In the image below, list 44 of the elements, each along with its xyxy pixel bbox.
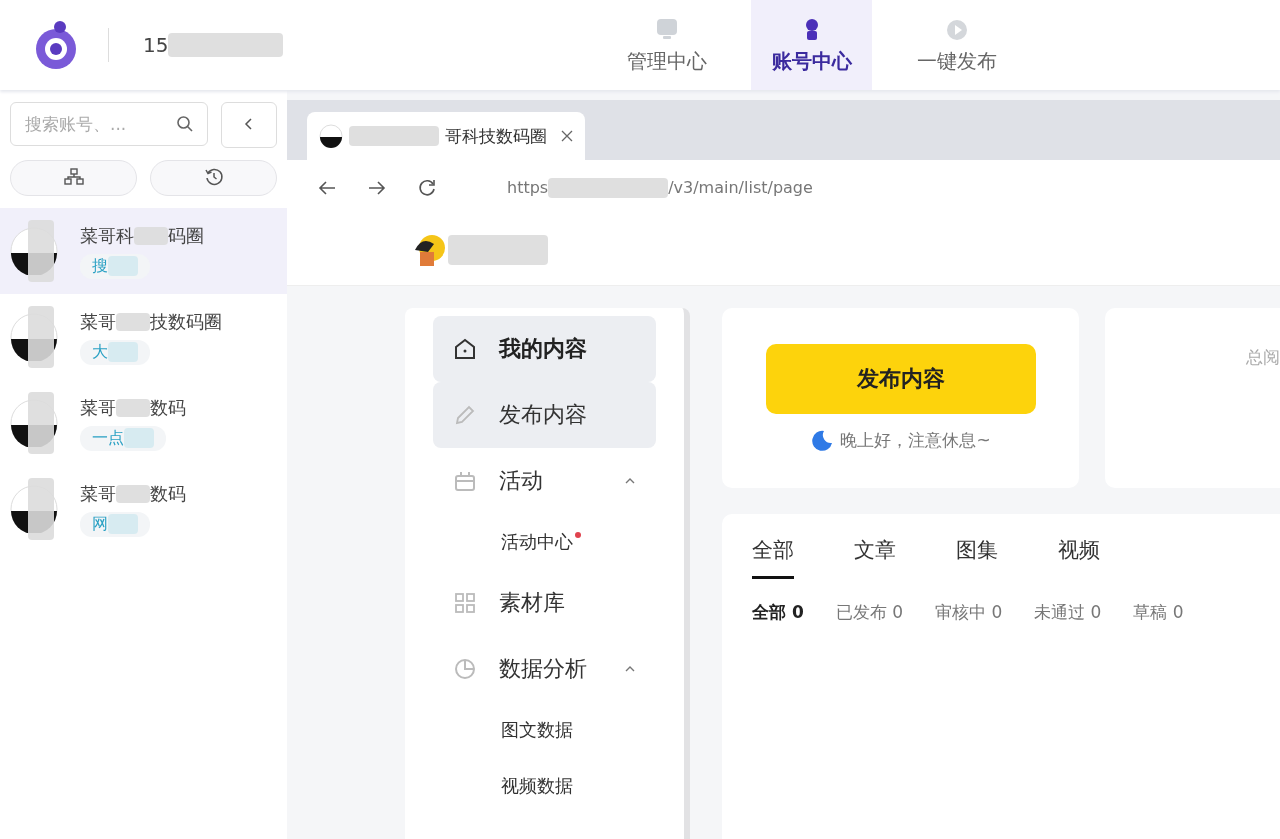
account-name: 数码: [150, 395, 186, 420]
status-filter[interactable]: 草稿 0: [1133, 601, 1184, 624]
status-filter[interactable]: 未通过 0: [1034, 601, 1102, 624]
content-tab[interactable]: 图集: [956, 536, 998, 579]
menu-item[interactable]: 数据分析: [433, 636, 656, 702]
status-filter[interactable]: 全部 0: [752, 601, 804, 624]
content-tab[interactable]: 文章: [854, 536, 896, 579]
submenu-item[interactable]: 视频数据: [433, 758, 656, 814]
search-field[interactable]: 搜索账号、...: [10, 102, 208, 146]
menu-item[interactable]: 发布内容: [433, 382, 656, 448]
nav-tab[interactable]: 一键发布: [896, 0, 1018, 90]
account-number: 15: [143, 33, 169, 57]
platform-tag: 大: [92, 341, 108, 363]
account-name: 菜哥: [80, 309, 116, 334]
account-name: 技数码圈: [150, 309, 222, 334]
menu-item[interactable]: 活动: [433, 448, 656, 514]
platform-tag: 搜: [92, 255, 108, 277]
status-filter[interactable]: 已发布 0: [835, 601, 903, 624]
account-item[interactable]: 菜哥 数码 一点: [0, 380, 287, 466]
menu-item[interactable]: 素材库: [433, 570, 656, 636]
nav-tab[interactable]: 管理中心: [606, 0, 728, 90]
address-text: https: [507, 178, 549, 197]
address-text: /v3/main/list/page: [668, 178, 813, 197]
submenu-item[interactable]: 图文数据: [433, 702, 656, 758]
content-tab[interactable]: 视频: [1058, 536, 1100, 579]
status-filter[interactable]: 审核中 0: [935, 601, 1003, 624]
account-name: 菜哥: [80, 395, 116, 420]
account-name: 菜哥: [80, 481, 116, 506]
account-item[interactable]: 菜哥 技数码圈 大: [0, 294, 287, 380]
browser-tab[interactable]: 哥科技数码圈: [307, 112, 585, 160]
submenu-item[interactable]: 活动中心: [433, 514, 656, 570]
content-tab[interactable]: 全部: [752, 536, 794, 579]
account-name: 数码: [150, 481, 186, 506]
nav-tab[interactable]: 账号中心: [751, 0, 873, 90]
greeting-text: 晚上好，注意休息~: [840, 428, 991, 452]
publish-button[interactable]: 发布内容: [765, 344, 1036, 414]
account-item[interactable]: 菜哥科 码圈 搜: [0, 208, 287, 294]
platform-tag: 网: [92, 513, 108, 535]
account-name: 菜哥科: [80, 223, 134, 248]
tab-title: 哥科技数码圈: [445, 124, 547, 148]
account-item[interactable]: 菜哥 数码 网: [0, 466, 287, 552]
stat-label: 总阅: [1246, 346, 1280, 369]
account-name: 码圈: [168, 223, 204, 248]
menu-item[interactable]: 我的内容: [433, 316, 656, 382]
